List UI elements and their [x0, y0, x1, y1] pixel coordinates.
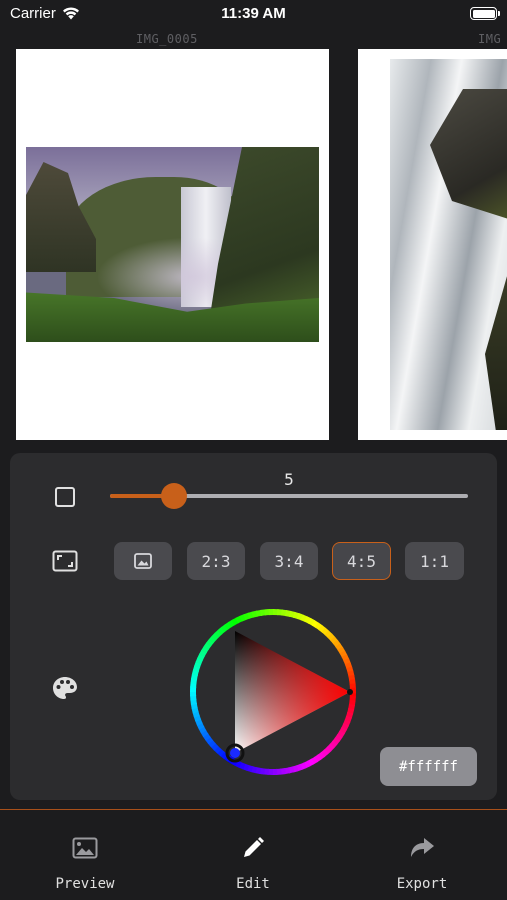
page-carousel[interactable]: IMG_0005 IMG — [0, 30, 507, 448]
tab-bar: Preview Edit Export — [0, 810, 507, 900]
border-slider-value: 5 — [284, 470, 294, 489]
status-bar: Carrier 11:39 AM — [0, 0, 507, 30]
square-icon — [50, 485, 80, 509]
pencil-icon — [239, 836, 267, 860]
border-slider[interactable] — [110, 483, 468, 509]
tab-preview[interactable]: Preview — [15, 810, 155, 900]
waterfall-closeup-photo — [390, 59, 507, 430]
tab-preview-label: Preview — [55, 876, 115, 892]
slider-thumb[interactable] — [161, 483, 188, 509]
share-arrow-icon — [408, 836, 436, 860]
image-icon — [134, 553, 152, 569]
hex-color-button[interactable]: #ffffff — [380, 747, 477, 786]
tab-edit[interactable]: Edit — [183, 810, 323, 900]
image-icon — [71, 836, 99, 860]
aspect-4-5-button[interactable]: 4:5 — [332, 542, 391, 580]
waterfall-photo — [26, 147, 319, 342]
tab-export[interactable]: Export — [352, 810, 492, 900]
page-filename-label: IMG — [478, 32, 502, 46]
tab-export-label: Export — [396, 876, 448, 892]
page-preview-card[interactable] — [358, 49, 507, 440]
aspect-2-3-button[interactable]: 2:3 — [187, 542, 245, 580]
aspect-original-button[interactable] — [114, 542, 172, 580]
fullscreen-icon — [50, 549, 80, 573]
tab-edit-label: Edit — [236, 876, 270, 892]
page-filename-label: IMG_0005 — [136, 32, 198, 46]
aspect-3-4-button[interactable]: 3:4 — [260, 542, 318, 580]
edit-panel: 5 2:3 3:4 4:5 1:1 #ffffff — [10, 453, 497, 800]
aspect-1-1-button[interactable]: 1:1 — [405, 542, 464, 580]
color-wheel[interactable] — [188, 607, 358, 777]
palette-icon — [50, 675, 80, 701]
color-wheel-graphic[interactable] — [188, 607, 358, 777]
page-preview-card[interactable] — [16, 49, 329, 440]
status-time: 11:39 AM — [221, 5, 286, 22]
battery-icon — [470, 7, 500, 20]
